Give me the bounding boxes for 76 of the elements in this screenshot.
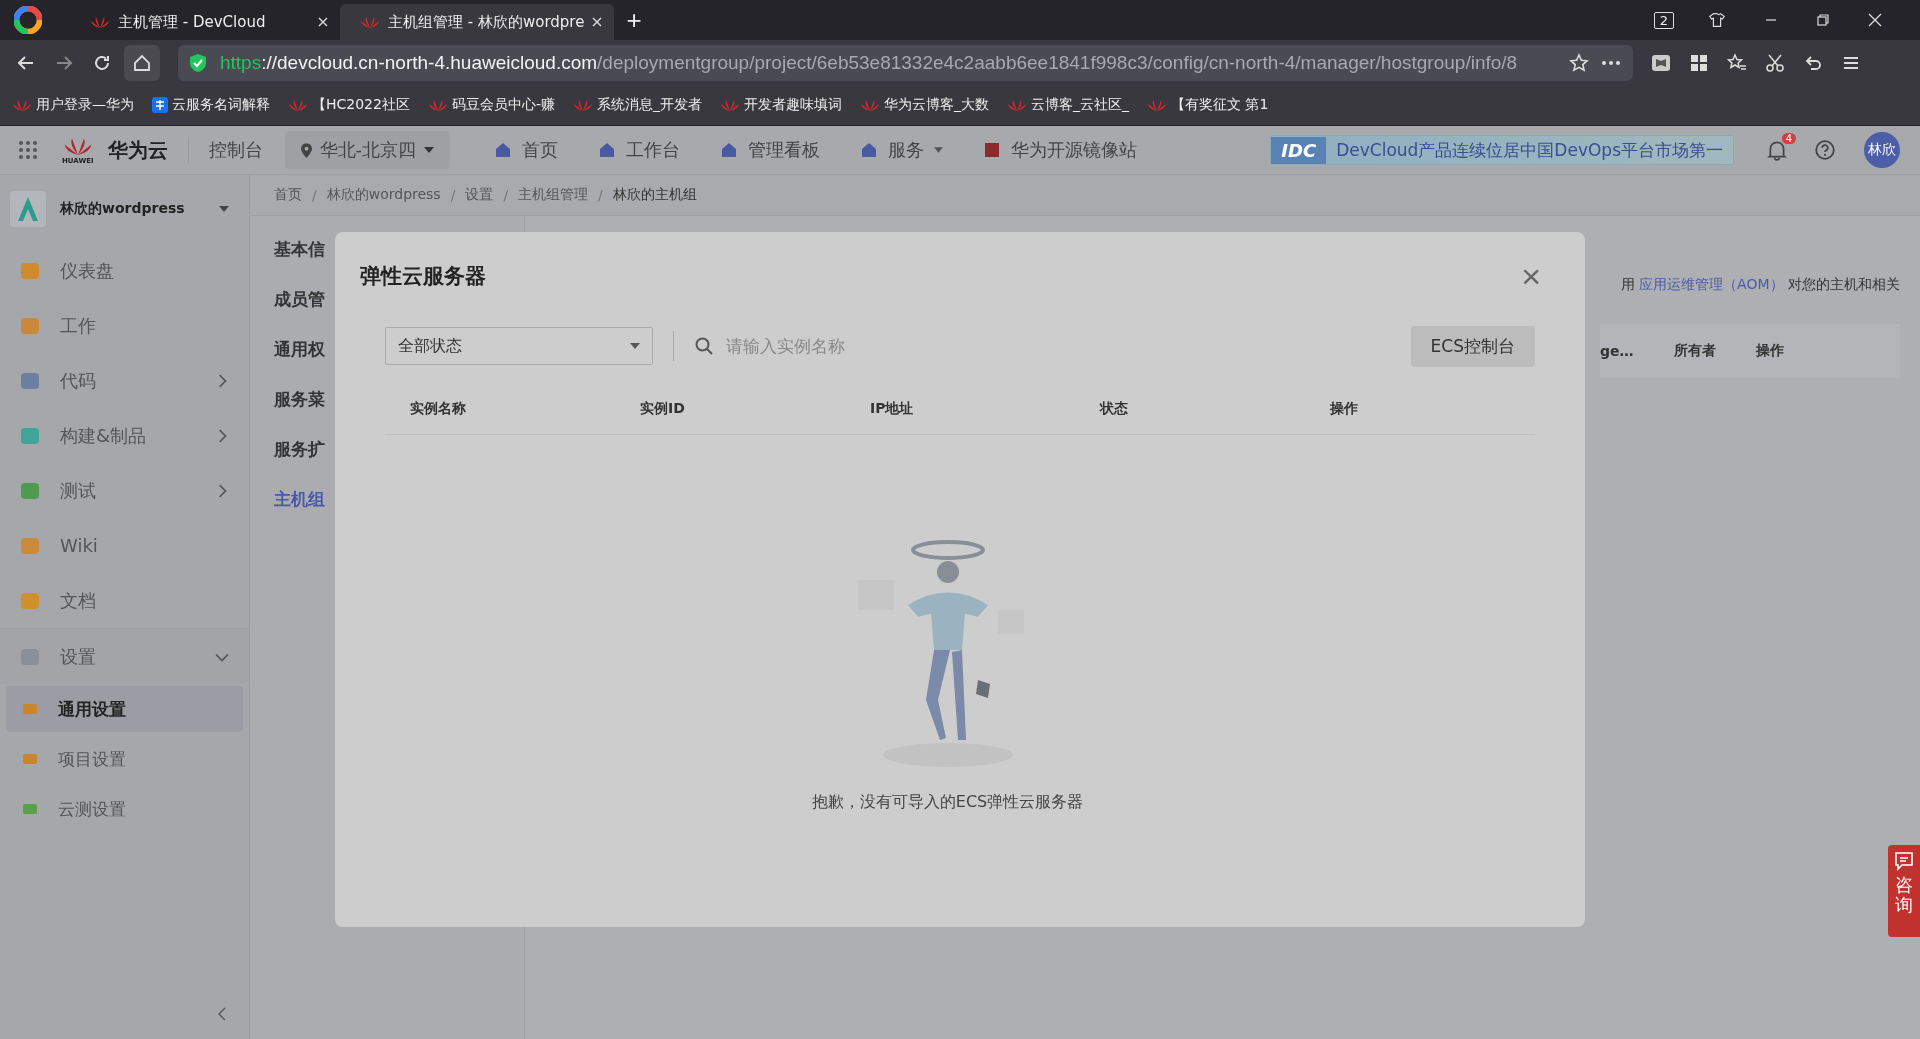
bookmark-label: 开发者趣味填词 (744, 96, 842, 114)
new-tab-button[interactable]: + (620, 3, 648, 37)
bookmark-label: 系统消息_开发者 (597, 96, 702, 114)
project-selector[interactable]: 林欣的wordpress (0, 175, 249, 243)
bookmark-label: 用户登录—华为 (36, 96, 134, 114)
notification-count: 4 (1781, 133, 1796, 144)
bookmark-label: 云博客_云社区_ (1031, 96, 1129, 114)
bookmark-item[interactable]: 系统消息_开发者 (573, 96, 702, 114)
bookmark-item[interactable]: 云博客_云社区_ (1007, 96, 1129, 114)
sidebar-item[interactable]: 文档 (0, 573, 249, 628)
url-text: https://devcloud.cn-north-4.huaweicloud.com/deploymentgroup/project/6eb53e81332e4c2aabb6ee1841f998c3/config/cn-north-4/manager/hostgroup/info/8 (220, 51, 1519, 74)
user-avatar[interactable]: 林欣 (1864, 132, 1900, 168)
sidebar-item[interactable]: Wiki (0, 518, 249, 573)
browser-tab[interactable]: 主机组管理 - 林欣的wordpre (340, 4, 615, 40)
sidebar-item[interactable]: 构建&制品 (0, 408, 249, 463)
tab-count-badge[interactable]: 2 (1653, 11, 1674, 29)
sidebar-subitem[interactable]: 通用设置 (6, 686, 243, 732)
empty-message: 抱歉，没有可导入的ECS弹性云服务器 (811, 792, 1084, 813)
address-field[interactable]: https://devcloud.cn-north-4.huaweicloud.com/deploymentgroup/project/6eb53e81332e4c2aabb6ee1841f998c3/config/cn-north-4/manager/hostgroup/info/8 (178, 44, 1633, 81)
breadcrumb-separator: / (503, 187, 509, 203)
breadcrumb-link[interactable]: 首页 (274, 186, 302, 204)
column-header: 实例名称 (409, 400, 467, 418)
aom-link[interactable]: 应用运维管理（AOM） (1639, 276, 1784, 292)
breadcrumb-link[interactable]: 林欣的wordpress (326, 186, 441, 204)
browser-tab[interactable]: 主机管理 - DevCloud (70, 4, 340, 40)
bookmark-label: 华为云博客_大数 (884, 96, 989, 114)
bookmark-item[interactable]: 码豆会员中心-赚 (427, 96, 555, 114)
sidebar-item[interactable]: 仪表盘 (0, 243, 249, 298)
sidebar-item[interactable]: 代码 (0, 353, 249, 408)
bookmark-label: 【HC2022社区 (312, 96, 410, 114)
tab-title: 主机管理 - DevCloud (118, 12, 267, 32)
bookmark-item[interactable]: 【有奖征文 第1 (1147, 96, 1269, 114)
consult-button[interactable]: 咨询 (1888, 845, 1920, 937)
nav-link[interactable]: 服务 (860, 138, 944, 162)
breadcrumb-link[interactable]: 林欣的主机组 (612, 186, 697, 204)
promo-banner[interactable]: IDC DevCloud产品连续位居中国DevOps平台市场第一 (1270, 135, 1734, 165)
banner-text: DevCloud产品连续位居中国DevOps平台市场第一 (1335, 138, 1724, 162)
region-selector[interactable]: 华北-北京四 (284, 131, 451, 169)
close-button[interactable]: × (1521, 259, 1541, 293)
column-header: 操作 (1755, 342, 1784, 360)
column-header: ge… (1600, 343, 1634, 359)
bookmark-label: 云服务名词解释 (172, 96, 270, 114)
dialog-title: 弹性云服务器 (360, 263, 486, 290)
search-field[interactable]: 请输入实例名称 (724, 335, 1391, 357)
column-header: 实例ID (639, 400, 686, 418)
console-link[interactable]: 控制台 (208, 138, 263, 162)
sidebar-item[interactable]: 测试 (0, 463, 249, 518)
hint-text: 用 应用运维管理（AOM） 对您的主机和相关 (1620, 276, 1900, 294)
idc-badge: IDC (1271, 136, 1327, 164)
column-header: 所有者 (1673, 342, 1716, 360)
sidebar-subitem[interactable]: 项目设置 (6, 736, 243, 782)
sidebar-subitem[interactable]: 云测设置 (6, 786, 243, 832)
bookmark-label: 【有奖征文 第1 (1171, 96, 1269, 114)
breadcrumb-link[interactable]: 主机组管理 (518, 186, 589, 204)
bookmark-item[interactable]: 华为云博客_大数 (860, 96, 989, 114)
nav-link[interactable]: 管理看板 (720, 138, 821, 162)
nav-link[interactable]: 工作台 (598, 138, 681, 162)
nav-link[interactable]: 首页 (494, 138, 559, 162)
brand-name: 华为云 (107, 136, 168, 164)
breadcrumb-separator: / (450, 187, 456, 203)
bookmark-item[interactable]: 用户登录—华为 (12, 96, 134, 114)
column-header: 操作 (1329, 400, 1359, 418)
bookmark-item[interactable]: 开发者趣味填词 (720, 96, 842, 114)
sidebar-item[interactable]: 工作 (0, 298, 249, 353)
tab-title: 主机组管理 - 林欣的wordpre (388, 12, 585, 32)
status-dropdown[interactable]: 全部状态 (385, 327, 653, 365)
breadcrumb-separator: / (598, 187, 603, 203)
bookmark-item[interactable]: 【HC2022社区 (288, 96, 410, 114)
column-header: 状态 (1098, 400, 1129, 418)
bookmark-label: 码豆会员中心-赚 (451, 96, 555, 114)
breadcrumb-separator: / (312, 187, 317, 203)
breadcrumb-link[interactable]: 设置 (465, 186, 494, 204)
ecs-console-button[interactable]: ECS控制台 (1410, 325, 1535, 367)
bookmark-item[interactable]: 云服务名词解释 (152, 96, 270, 114)
column-header: IP地址 (869, 400, 915, 418)
nav-link[interactable]: 华为开源镜像站 (983, 138, 1138, 162)
